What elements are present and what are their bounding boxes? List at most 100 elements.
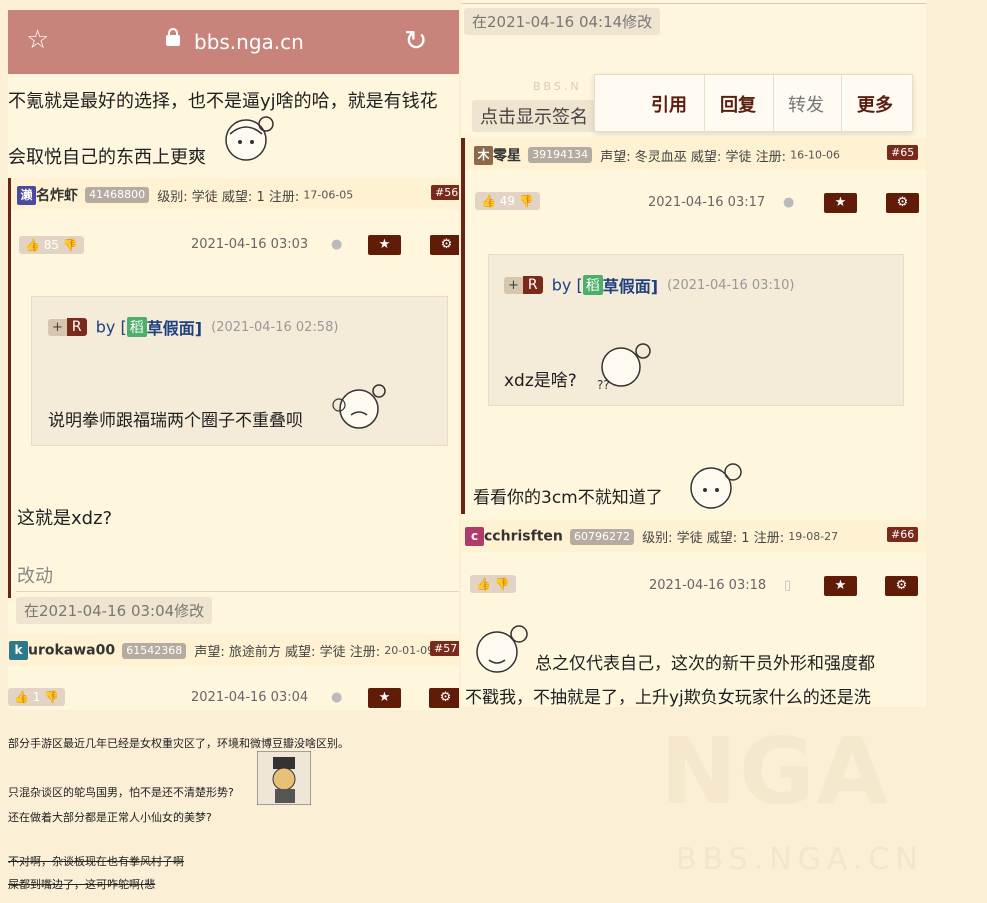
quote-text: 说明拳师跟福瑞两个圈子不重叠呗 [48,411,303,431]
favorite-button[interactable]: ★ [824,576,857,596]
reply-tag: R [522,276,543,294]
username[interactable]: 零星 [493,148,521,164]
menu-forward[interactable]: 转发 [788,91,824,117]
quote-time: (2021-04-16 02:58) [211,319,339,335]
settings-button[interactable]: ⚙ [885,576,918,596]
user-id: 39194134 [528,147,593,163]
apple-device-icon: ● [331,690,343,705]
url-text[interactable]: bbs.nga.cn [194,30,304,54]
username[interactable]: 名炸虾 [36,188,78,204]
quote-by: by [551,275,572,295]
comment-line: 还在做着大部分都是正常人小仙女的美梦? [8,811,212,824]
quote-block: + R by [稻草假面] (2021-04-16 03:10) xdz是啥? ?… [488,254,904,406]
bookmark-star-icon[interactable]: ☆ [26,26,49,54]
quote-user-badge: 稻 [126,317,147,337]
edited-note: 在2021-04-16 03:04修改 [16,597,213,624]
post-actions: 👍 49 👎 2021-04-16 03:17 ● ★ ⚙ [465,186,926,216]
username[interactable]: cchrisften [484,529,563,545]
quote-time: (2021-04-16 03:10) [667,277,795,293]
post-time: 2021-04-16 03:17 [648,195,766,210]
like-button[interactable]: 👍 49 👎 [475,192,540,210]
sticker-image [332,384,386,429]
context-menu: 引用 回复 转发 更多 [594,74,913,132]
lock-icon [166,28,180,46]
post-body: 这就是xdz? [17,508,113,529]
user-meta: 声望: 旅途前方 威望: 学徒 注册: [194,645,381,660]
show-signature-button[interactable]: 点击显示签名 [472,100,596,132]
user-badge: c [465,527,484,546]
favorite-button[interactable]: ★ [824,193,857,213]
quote-bracket: [ [120,317,127,337]
settings-button[interactable]: ⚙ [430,235,459,255]
like-button[interactable]: 👍 👎 [470,575,516,593]
menu-reply[interactable]: 回复 [720,91,756,117]
like-button[interactable]: 👍 1 👎 [8,688,66,706]
user-badge: 濑 [17,185,36,205]
left-screenshot: ☆ bbs.nga.cn ↻ 不氪就是最好的选择，也不是逼yj啥的哈，就是有钱花… [8,10,459,710]
user-id: 41468800 [85,187,150,203]
edit-note: 改动 [17,566,53,587]
floor-number[interactable]: #56 [431,185,459,200]
post-header: 木零星 39194134 声望: 冬灵血巫 威望: 学徒 注册: 16-10-0… [465,138,926,170]
user-badge: 木 [474,145,493,165]
right-screenshot: 在2021-04-16 04:14修改 BBS.N 点击显示签名 引用 回复 转… [461,0,926,707]
favorite-button[interactable]: ★ [368,235,401,255]
register-date: 16-10-06 [790,148,841,162]
favorite-button[interactable]: ★ [368,688,401,708]
floor-number[interactable]: #57 [430,641,459,656]
edited-note: 在2021-04-16 04:14修改 [464,8,661,35]
nga-watermark-logo: NGA [660,718,890,825]
quote-username[interactable]: 草假面] [147,319,202,338]
strikethrough-line: 不对啊，杂谈板现在也有拳风村子啊 [8,855,184,868]
quote-block: + R by [稻草假面] (2021-04-16 02:58) 说明拳师跟福瑞两… [31,296,448,446]
comment-line: 只混杂谈区的鸵鸟国男，怕不是还不清楚形势? [8,786,234,799]
divider [16,591,459,592]
quote-by: by [95,317,116,337]
like-count: 85 [43,238,60,252]
divider [461,0,926,4]
user-meta: 级别: 学徒 威望: 1 注册: [642,531,785,546]
watermark-text: BBS.N [533,80,582,93]
post-text-line: 会取悦自己的东西上更爽 [8,147,206,168]
menu-separator [773,75,774,131]
user-meta: 级别: 学徒 威望: 1 注册: [157,189,300,205]
register-date: 19-08-27 [788,530,839,543]
comment-line: 部分手游区最近几年已经是女权重灾区了，环境和微博豆瓣没啥区别。 [8,737,349,750]
sticker-image: ?? [597,343,651,392]
expand-toggle[interactable]: + [48,318,67,336]
post-actions: 👍 👎 2021-04-16 03:18 ▯ ★ ⚙ [461,569,926,599]
like-count: 49 [499,194,516,208]
menu-more[interactable]: 更多 [857,91,893,117]
like-count: 1 [32,690,41,704]
reload-icon[interactable]: ↻ [404,24,427,57]
register-date: 17-06-05 [303,188,354,202]
user-badge: k [9,641,28,660]
user-meta: 声望: 冬灵血巫 威望: 学徒 注册: [600,149,786,165]
sticker-image [225,116,274,161]
quote-bracket: [ [576,275,583,295]
quote-username[interactable]: 草假面] [603,277,658,296]
menu-separator [704,75,705,131]
post-body-line: 不戳我，不抽就是了，上升yj欺负女玩家什么的还是洗 [465,688,871,707]
strikethrough-line: 屎都到嘴边了，这可咋鸵啊(悲 [8,878,156,891]
phone-device-icon: ▯ [784,578,792,593]
post-header: c cchrisften 60796272 级别: 学徒 威望: 1 注册: 19… [461,520,926,552]
floor-number[interactable]: #65 [887,145,919,160]
expand-toggle[interactable]: + [504,276,523,294]
menu-quote[interactable]: 引用 [651,91,687,117]
username[interactable]: urokawa00 [28,643,115,659]
like-button[interactable]: 👍 85 👎 [19,236,84,254]
post-header: k urokawa00 61542368 声望: 旅途前方 威望: 学徒 注册: … [8,634,459,666]
menu-separator [841,75,842,131]
floor-number[interactable]: #66 [887,527,919,542]
register-date: 20-01-09 [384,644,435,657]
settings-button[interactable]: ⚙ [886,193,919,213]
nga-watermark-site: BBS.NGA.CN [676,842,924,877]
browser-url-bar: ☆ bbs.nga.cn ↻ [8,10,459,74]
post-actions: 👍 1 👎 2021-04-16 03:04 ● ★ ⚙ [8,682,459,710]
post-time: 2021-04-16 03:03 [191,237,309,252]
post-body: 看看你的3cm不就知道了 [473,488,663,508]
settings-button[interactable]: ⚙ [429,688,459,708]
quote-text: xdz是啥? [504,371,577,391]
post-time: 2021-04-16 03:18 [649,578,767,593]
